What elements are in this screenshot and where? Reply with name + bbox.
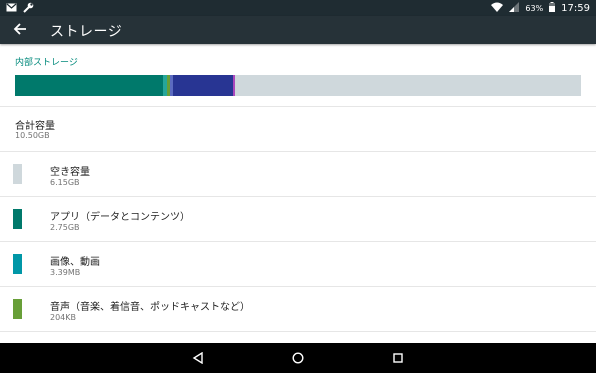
back-button[interactable]: [10, 20, 30, 40]
total-capacity-value: 10.50GB: [15, 131, 50, 140]
storage-item-label: 画像、動画: [50, 257, 100, 268]
cell-signal-icon: [509, 2, 520, 15]
storage-item-value: 2.75GB: [50, 223, 80, 232]
battery-icon: [549, 2, 556, 15]
recents-square-icon: [392, 349, 404, 368]
storage-item-value: 6.15GB: [50, 178, 80, 187]
nav-home-button[interactable]: [288, 348, 308, 368]
status-bar: 63% 17:59: [0, 0, 596, 16]
section-header-internal-storage: 内部ストレージ: [15, 58, 78, 68]
usage-segment-other: [173, 75, 233, 96]
app-bar: ストレージ: [0, 16, 596, 44]
storage-item-label: アプリ（データとコンテンツ）: [50, 212, 190, 223]
battery-percent: 63%: [525, 4, 544, 13]
storage-item-value: 204KB: [50, 313, 77, 322]
nav-back-button[interactable]: [188, 348, 208, 368]
nav-recents-button[interactable]: [388, 348, 408, 368]
home-circle-icon: [292, 349, 304, 368]
storage-item-images-videos[interactable]: 画像、動画 3.39MB: [0, 242, 596, 286]
audio-color-swatch: [13, 299, 22, 319]
clock: 17:59: [561, 3, 590, 14]
page-title: ストレージ: [50, 24, 123, 40]
storage-item-audio[interactable]: 音声（音楽、着信音、ポッドキャストなど） 204KB: [0, 287, 596, 331]
storage-item-label: 音声（音楽、着信音、ポッドキャストなど）: [50, 302, 250, 313]
images-color-swatch: [13, 254, 22, 274]
wrench-icon: [23, 2, 34, 16]
apps-color-swatch: [13, 209, 22, 229]
storage-usage-bar: [15, 75, 581, 96]
divider: [0, 331, 596, 332]
mail-icon: [6, 3, 17, 15]
storage-item-free[interactable]: 空き容量 6.15GB: [0, 152, 596, 196]
storage-item-label: 空き容量: [50, 167, 90, 178]
wifi-icon: [491, 2, 504, 15]
back-triangle-icon: [192, 349, 204, 368]
total-capacity-label: 合計容量: [15, 121, 55, 132]
divider: [0, 106, 596, 107]
storage-item-apps[interactable]: アプリ（データとコンテンツ） 2.75GB: [0, 197, 596, 241]
free-color-swatch: [13, 164, 22, 184]
arrow-back-icon: [13, 21, 27, 40]
storage-item-value: 3.39MB: [50, 268, 81, 277]
navigation-bar: [0, 343, 596, 373]
usage-segment-free: [235, 75, 581, 96]
usage-segment-apps: [15, 75, 163, 96]
